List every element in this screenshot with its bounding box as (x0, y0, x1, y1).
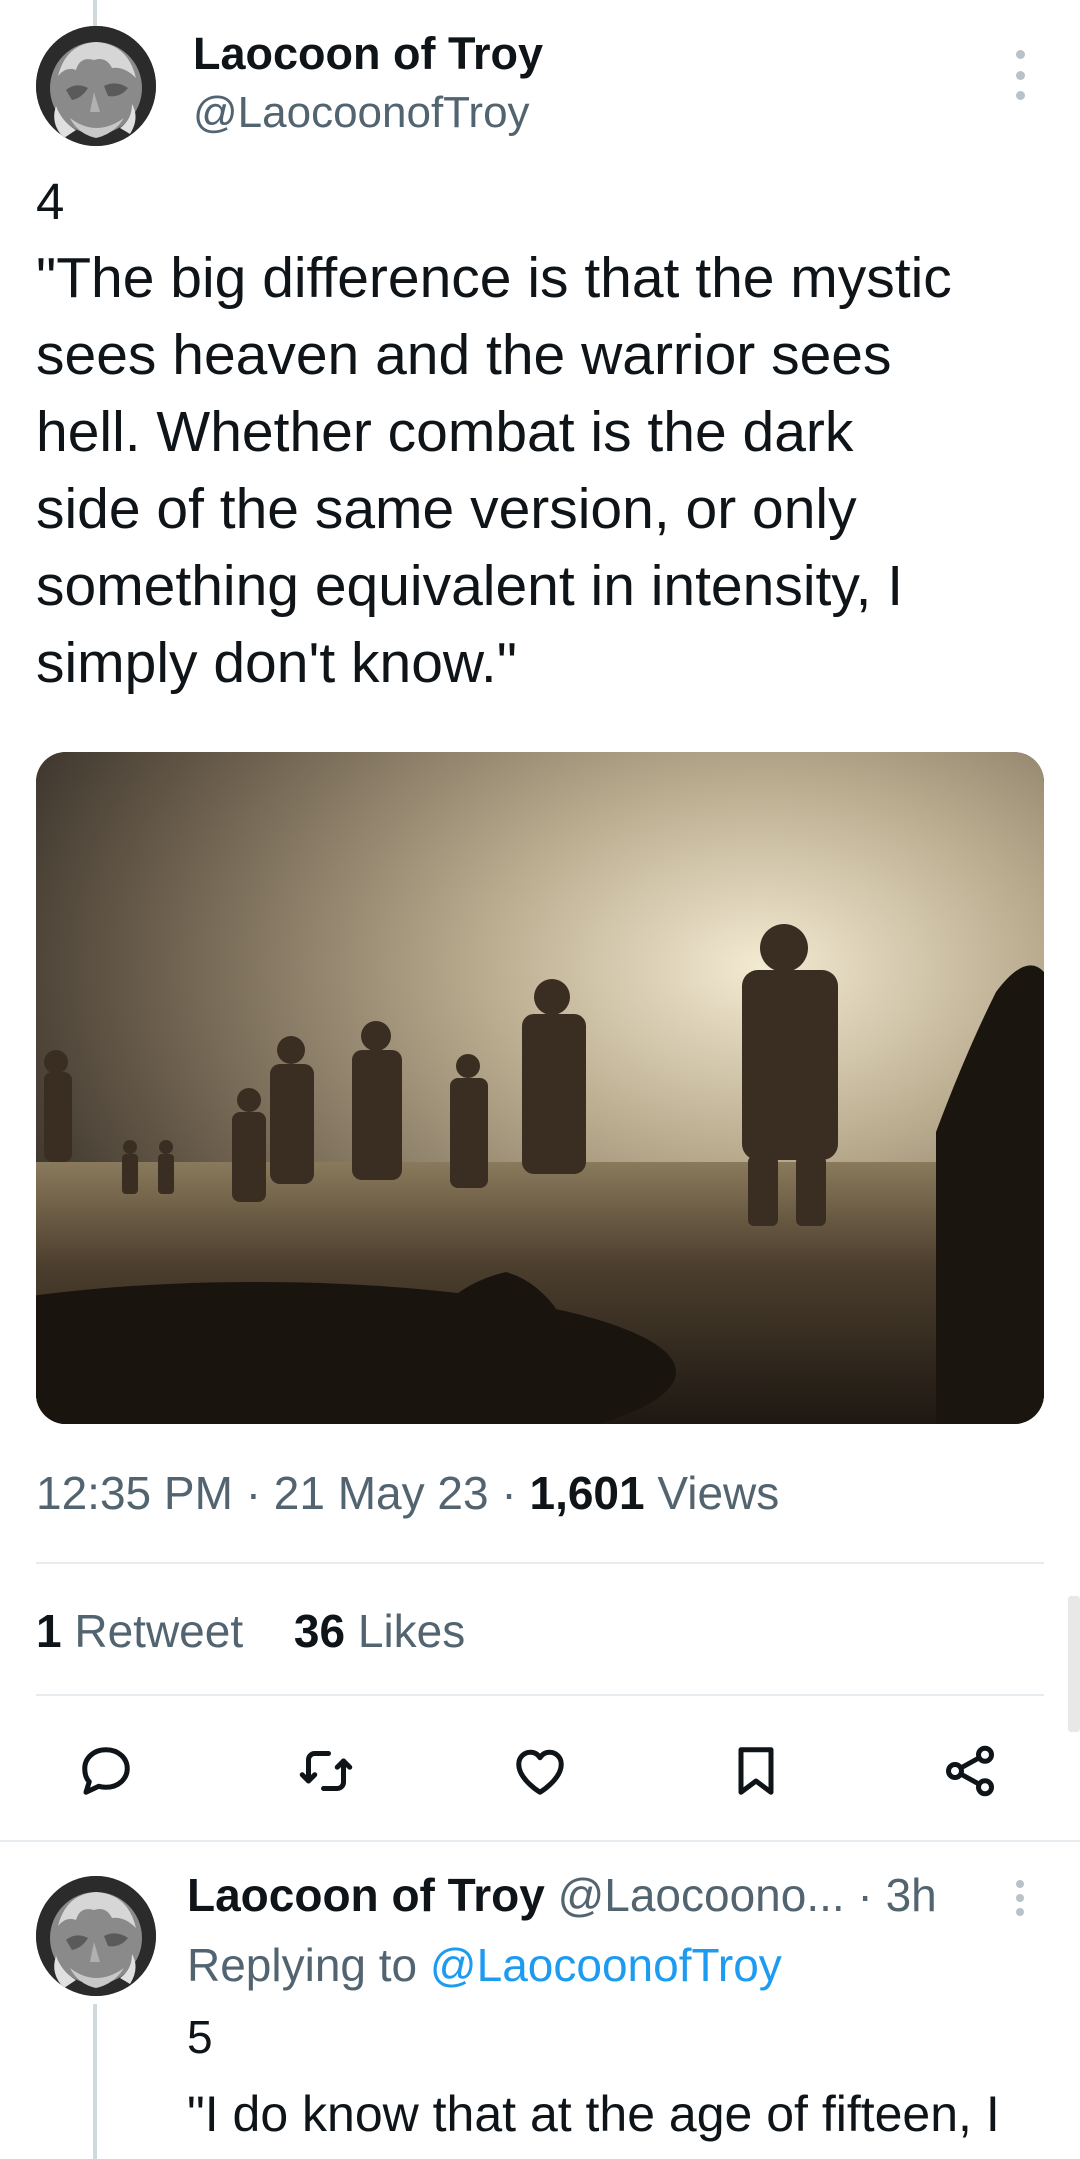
likes-count: 36 (293, 1605, 346, 1657)
more-options-icon[interactable] (1008, 1880, 1032, 1916)
retweet-button[interactable] (290, 1735, 362, 1807)
engagement-stats: 1 Retweet 36 Likes (36, 1604, 465, 1658)
statue-avatar-image (36, 1876, 156, 1996)
bookmark-button[interactable] (720, 1735, 792, 1807)
bookmark-icon (738, 1747, 774, 1795)
likes-label: Likes (357, 1605, 466, 1657)
reply-author-avatar[interactable] (36, 1876, 156, 1996)
tweet-image[interactable] (36, 752, 1044, 1424)
divider (36, 1694, 1044, 1696)
reply-button[interactable] (70, 1735, 142, 1807)
tweet-text: "The big difference is that the mystic s… (36, 246, 952, 695)
meta-separator: · (501, 1467, 517, 1519)
reply-header: Laocoon of Troy @Laocoono... · 3h (187, 1868, 937, 1922)
author-name[interactable]: Laocoon of Troy (193, 28, 543, 80)
share-icon (946, 1745, 994, 1797)
like-button[interactable] (504, 1735, 576, 1807)
more-options-icon[interactable] (1008, 50, 1032, 100)
tweet-meta: 12:35 PM · 21 May 23 · 1,601 Views (36, 1466, 779, 1520)
tweet-thread-number: 4 (36, 173, 65, 230)
soldiers-battlefield-image (36, 752, 1044, 1424)
likes-stat[interactable]: 36 Likes (294, 1604, 465, 1658)
meta-separator: · (857, 1869, 873, 1921)
views-count: 1,601 (529, 1467, 645, 1519)
thread-line (93, 2004, 97, 2159)
reply-text: "I do know that at the age of fifteen, I (187, 2086, 1000, 2142)
thread-line (93, 0, 97, 26)
scrollbar[interactable] (1068, 1596, 1080, 1732)
retweet-icon (299, 1751, 353, 1791)
divider (0, 1840, 1080, 1842)
reply-time: 3h (885, 1869, 937, 1921)
reply-author-name[interactable]: Laocoon of Troy (187, 1869, 545, 1921)
retweets-count: 1 (36, 1605, 62, 1657)
reply-thread-number: 5 (187, 2011, 213, 2063)
statue-avatar-image (36, 26, 156, 146)
retweets-label: Retweet (74, 1605, 244, 1657)
speech-bubble-icon (82, 1747, 130, 1795)
retweets-stat[interactable]: 1 Retweet (36, 1604, 243, 1658)
views-label: Views (657, 1467, 780, 1519)
author-avatar[interactable] (36, 26, 156, 146)
heart-icon (516, 1749, 564, 1795)
divider (36, 1562, 1044, 1564)
meta-separator: · (245, 1467, 262, 1519)
author-handle[interactable]: @LaocoonofTroy (193, 88, 530, 138)
replying-to: Replying to @LaocoonofTroy (187, 1938, 782, 1992)
replying-label: Replying to (187, 1939, 418, 1991)
share-button[interactable] (934, 1735, 1006, 1807)
replying-mention-link[interactable]: @LaocoonofTroy (430, 1939, 782, 1991)
reply-author-handle[interactable]: @Laocoono... (558, 1869, 845, 1921)
tweet-date: 21 May 23 (273, 1467, 489, 1519)
tweet-time: 12:35 PM (36, 1467, 233, 1519)
